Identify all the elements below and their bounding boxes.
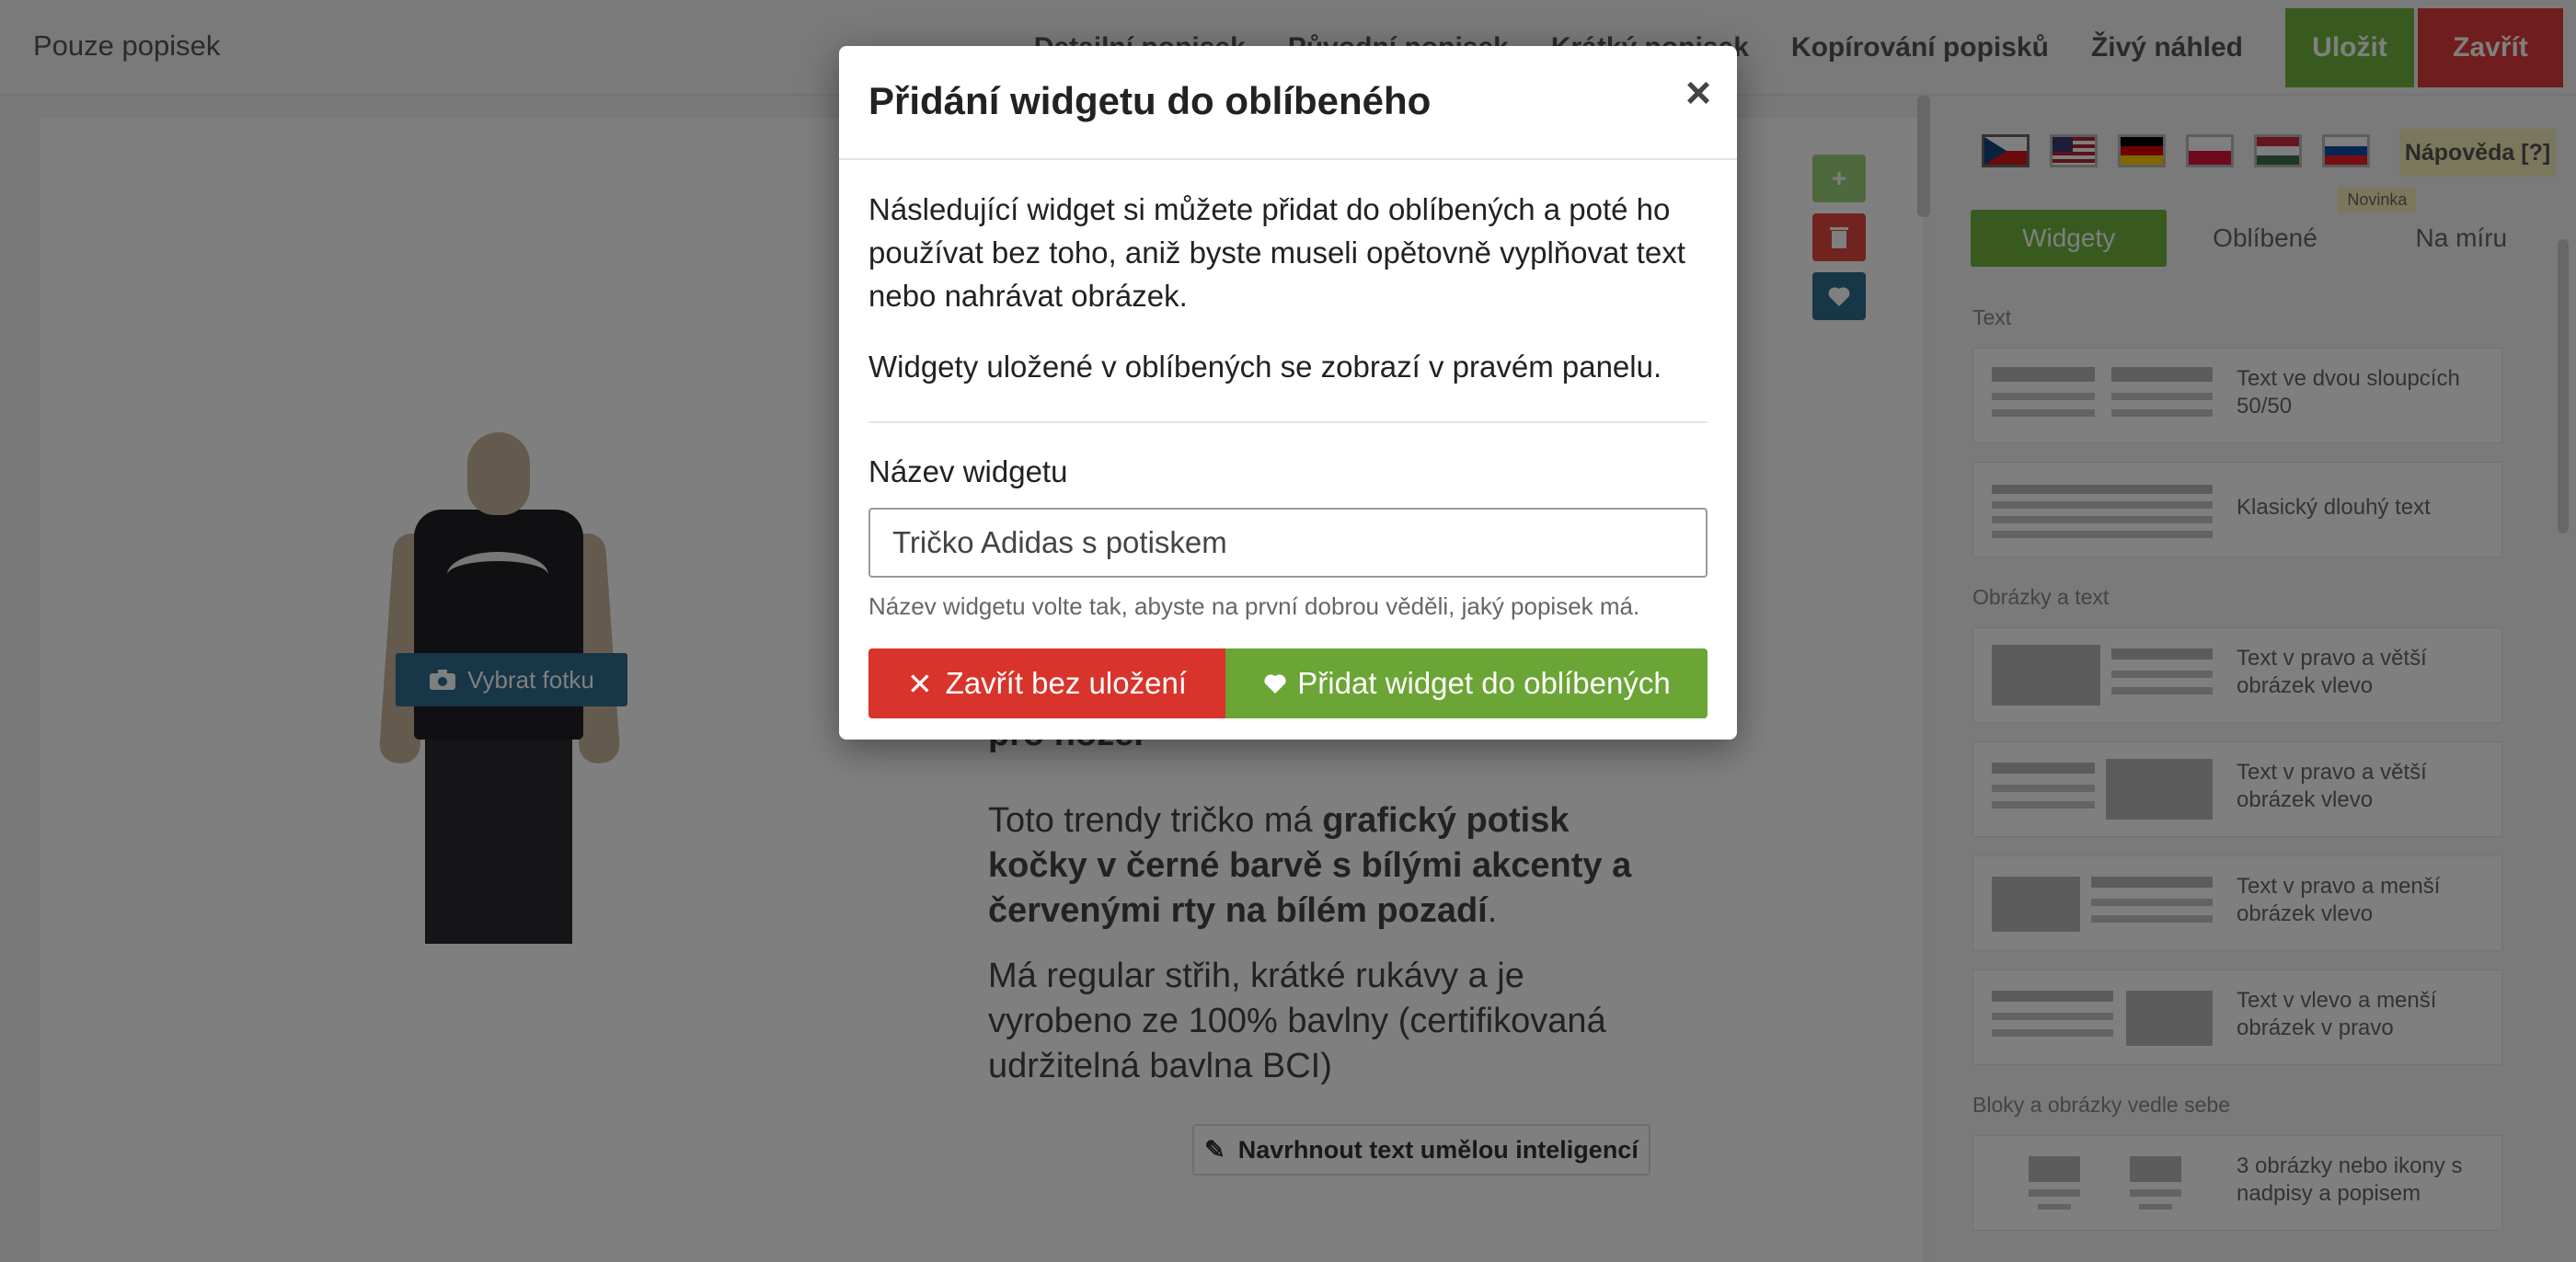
dialog-note: Widgety uložené v oblíbených se zobrazí … <box>868 350 1662 384</box>
close-without-saving-label: Zavřít bez uložení <box>945 666 1187 700</box>
dialog-body: Následující widget si můžete přidat do o… <box>839 160 1737 718</box>
divider <box>868 421 1708 423</box>
add-to-favorites-button[interactable]: Přidat widget do oblíbených <box>1225 648 1708 718</box>
dialog-actions: ✕ Zavřít bez uložení Přidat widget do ob… <box>868 648 1708 718</box>
add-to-favorites-label: Přidat widget do oblíbených <box>1297 666 1671 700</box>
dialog-header: Přidání widgetu do oblíbeného × <box>839 46 1737 160</box>
widget-name-hint: Název widgetu volte tak, abyste na první… <box>868 592 1640 620</box>
add-favorite-dialog: Přidání widgetu do oblíbeného × Následuj… <box>839 46 1737 740</box>
dialog-description: Následující widget si můžete přidat do o… <box>868 192 1685 313</box>
close-icon[interactable]: × <box>1685 72 1711 116</box>
widget-name-label: Název widgetu <box>868 454 1068 488</box>
heart-icon <box>1264 674 1286 694</box>
dialog-title: Přidání widgetu do oblíbeného <box>868 79 1432 122</box>
widget-name-input[interactable] <box>868 508 1708 578</box>
x-icon: ✕ <box>907 666 933 701</box>
close-without-saving-button[interactable]: ✕ Zavřít bez uložení <box>868 648 1225 718</box>
